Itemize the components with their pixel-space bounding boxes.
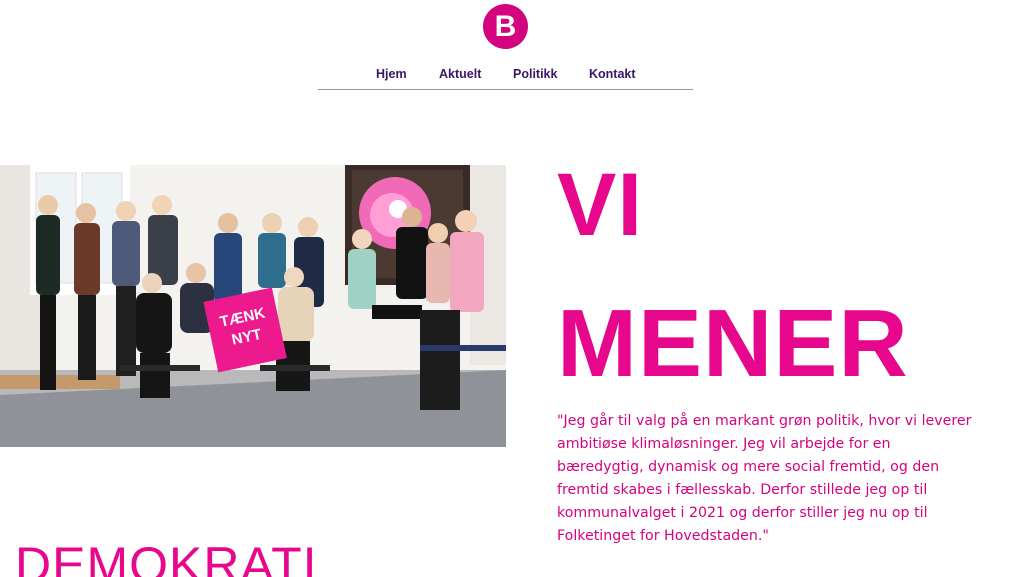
headline-line2: MENER <box>557 290 909 397</box>
candidate-quote: "Jeg går til valg på en markant grøn pol… <box>557 413 972 544</box>
nav-item-kontakt[interactable]: Kontakt <box>589 67 636 81</box>
nav-item-politikk[interactable]: Politikk <box>513 67 557 81</box>
headline-line1: VI <box>557 154 644 254</box>
section-title-demokrati: DEMOKRATI <box>15 537 318 577</box>
logo[interactable]: B <box>483 4 528 49</box>
main-nav: Hjem Aktuelt Politikk Kontakt <box>318 60 693 90</box>
nav-item-aktuelt[interactable]: Aktuelt <box>439 67 481 81</box>
logo-letter: B <box>494 10 517 43</box>
nav-item-hjem[interactable]: Hjem <box>376 67 407 81</box>
hero-group-photo: TÆNK NYT <box>0 165 506 447</box>
